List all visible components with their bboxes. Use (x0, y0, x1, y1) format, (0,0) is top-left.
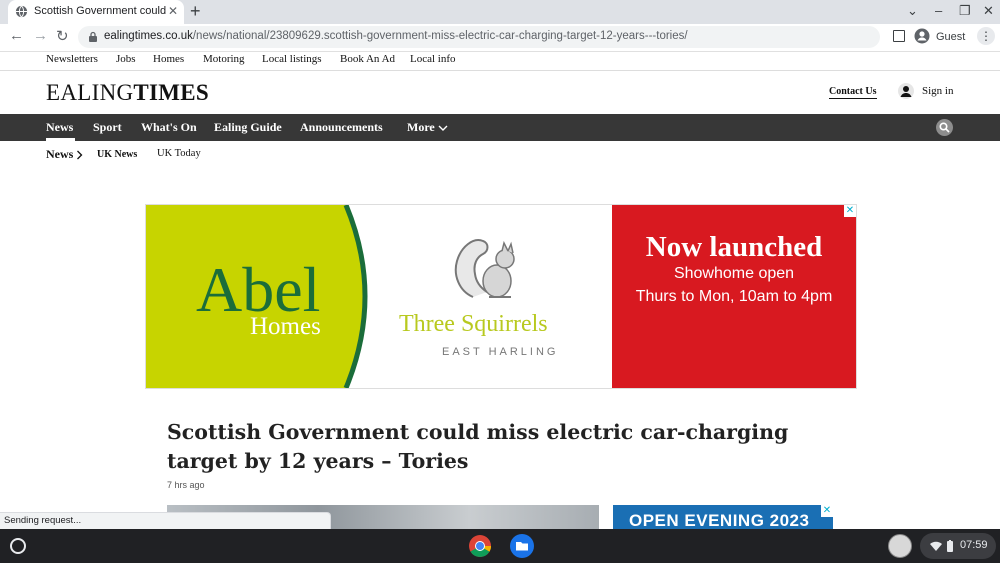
battery-icon (947, 540, 953, 552)
breadcrumb-uk-today[interactable]: UK Today (157, 148, 201, 159)
profile-icon[interactable] (914, 28, 930, 44)
top-link-book-an-ad[interactable]: Book An Ad (340, 53, 395, 65)
tab-title: Scottish Government could miss electric … (34, 5, 166, 17)
site-logo[interactable]: EALINGTIMES (46, 80, 209, 106)
chevron-down-icon (438, 125, 448, 132)
nav-more[interactable]: More (407, 120, 448, 135)
search-icon (939, 122, 950, 133)
nav-whats-on[interactable]: What's On (141, 120, 197, 135)
nav-news[interactable]: News (46, 120, 73, 135)
lock-icon (89, 31, 97, 42)
url-text: ealingtimes.co.uk/news/national/23809629… (104, 30, 688, 42)
nav-sport[interactable]: Sport (93, 120, 122, 135)
globe-icon (15, 5, 28, 18)
logo-bold: TIMES (133, 80, 210, 105)
profile-label[interactable]: Guest (936, 31, 965, 43)
minimize-icon[interactable]: – (935, 3, 942, 18)
ad-development-name: Three Squirrels (399, 311, 548, 337)
status-text: Sending request... (4, 515, 82, 526)
chevron-right-icon (77, 150, 83, 160)
chrome-icon[interactable] (468, 534, 492, 558)
ad-close-icon[interactable]: ✕ (844, 205, 856, 217)
browser-toolbar: ← → ↻ ealingtimes.co.uk/news/national/23… (0, 24, 1000, 52)
ad-brand-homes: Homes (250, 313, 321, 340)
ad-location: EAST HARLING (442, 346, 559, 358)
squirrel-icon (454, 239, 515, 298)
contact-us-link[interactable]: Contact Us (829, 86, 877, 99)
back-arrow-icon[interactable]: ← (9, 27, 24, 44)
system-tray[interactable]: 07:59 (920, 533, 996, 559)
article-timestamp: 7 hrs ago (167, 480, 205, 490)
user-avatar[interactable] (888, 534, 912, 558)
browser-tab[interactable]: Scottish Government could miss electric … (8, 0, 184, 24)
chevron-down-icon[interactable]: ⌄ (907, 3, 918, 19)
os-shelf: 07:59 (0, 529, 1000, 563)
article-headline: Scottish Government could miss electric … (167, 420, 789, 473)
ad-headline: Now launched (645, 231, 823, 263)
ad-line-2: Thurs to Mon, 10am to 4pm (635, 288, 833, 305)
tab-strip: Scottish Government could miss electric … (0, 0, 1000, 24)
advertisement-banner[interactable]: Abel Homes Three Squirrels EAST HARLING … (145, 204, 857, 389)
files-app-icon[interactable] (510, 534, 534, 558)
clock: 07:59 (960, 539, 988, 551)
sign-in-link[interactable]: Sign in (922, 85, 953, 97)
status-bubble: Sending request... (0, 512, 331, 530)
url-host: ealingtimes.co.uk (104, 30, 193, 42)
side-ad-text: OPEN EVENING 2023 (629, 511, 810, 530)
new-tab-icon[interactable]: + (190, 1, 201, 22)
main-nav: News Sport What's On Ealing Guide Announ… (0, 114, 1000, 141)
top-link-newsletters[interactable]: Newsletters (46, 53, 98, 65)
forward-arrow-icon[interactable]: → (33, 27, 48, 44)
logo-light: EALING (46, 80, 134, 105)
url-path: /news/national/23809629.scottish-governm… (192, 30, 688, 42)
nav-ealing-guide[interactable]: Ealing Guide (214, 120, 282, 135)
wifi-icon (930, 541, 942, 551)
close-window-icon[interactable]: ✕ (983, 3, 994, 19)
breadcrumb-uk-news[interactable]: UK News (97, 149, 137, 160)
more-vert-icon[interactable]: ⋮ (977, 27, 995, 45)
nav-more-label: More (407, 120, 435, 134)
top-link-jobs[interactable]: Jobs (116, 53, 136, 65)
restore-icon[interactable]: ❐ (959, 3, 971, 19)
side-panel-icon[interactable] (893, 30, 905, 42)
launcher-icon[interactable] (10, 538, 26, 554)
ad-close-icon[interactable]: ✕ (821, 505, 833, 517)
ad-red-panel: Now launched Showhome open Thurs to Mon,… (612, 205, 856, 388)
search-button[interactable] (936, 119, 953, 136)
nav-announcements[interactable]: Announcements (300, 120, 383, 135)
reload-icon[interactable]: ↻ (56, 27, 69, 45)
user-icon[interactable] (898, 83, 914, 99)
top-link-local-info[interactable]: Local info (410, 53, 456, 65)
active-tab-indicator (46, 138, 75, 141)
top-link-homes[interactable]: Homes (153, 53, 184, 65)
top-link-motoring[interactable]: Motoring (203, 53, 245, 65)
folder-icon (516, 542, 528, 551)
top-link-local-listings[interactable]: Local listings (262, 53, 322, 65)
site-top-nav: Newsletters Jobs Homes Motoring Local li… (0, 52, 1000, 71)
breadcrumb-news[interactable]: News (46, 147, 73, 162)
address-bar[interactable]: ealingtimes.co.uk/news/national/23809629… (78, 26, 880, 48)
tab-close-icon[interactable]: ✕ (168, 4, 178, 18)
ad-line-1: Showhome open (673, 265, 795, 282)
side-advertisement[interactable]: OPEN EVENING 2023 ✕ (613, 505, 833, 530)
